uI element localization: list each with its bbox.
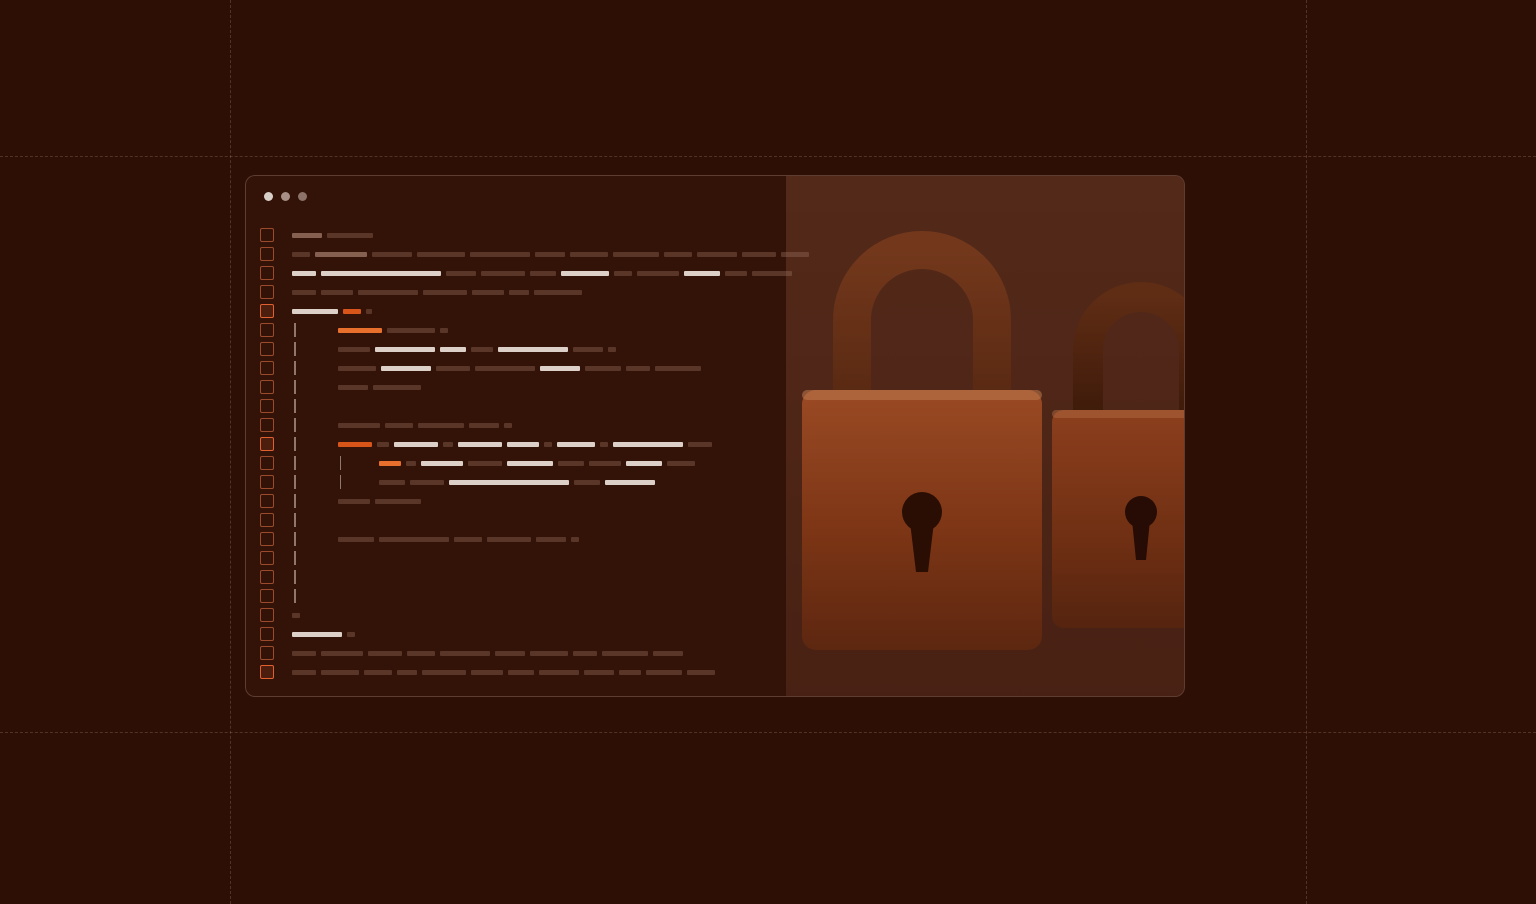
minimize-dot[interactable] [281, 192, 290, 201]
gutter-marker [260, 475, 274, 489]
guide-v-left [230, 0, 231, 904]
gutter-marker-active [260, 665, 274, 679]
guide-v-right [1306, 0, 1307, 904]
gutter-marker [260, 228, 274, 242]
gutter-marker [260, 494, 274, 508]
code-area [292, 228, 1184, 684]
code-line [292, 608, 1184, 622]
code-line [292, 361, 1184, 375]
code-line [292, 589, 1184, 603]
gutter-marker [260, 589, 274, 603]
code-line [292, 399, 1184, 413]
code-line [292, 646, 1184, 660]
gutter-marker [260, 646, 274, 660]
code-line [292, 266, 1184, 280]
code-line [292, 570, 1184, 584]
gutter-marker [260, 285, 274, 299]
gutter-marker [260, 323, 274, 337]
code-line [292, 513, 1184, 527]
gutter-marker [260, 342, 274, 356]
code-line [292, 437, 1184, 451]
gutter [260, 228, 274, 679]
code-line [292, 304, 1184, 318]
gutter-marker [260, 608, 274, 622]
code-line [292, 247, 1184, 261]
code-line [292, 342, 1184, 356]
gutter-marker [260, 380, 274, 394]
code-line [292, 285, 1184, 299]
gutter-marker [260, 399, 274, 413]
gutter-marker [260, 456, 274, 470]
gutter-marker [260, 418, 274, 432]
gutter-marker [260, 532, 274, 546]
code-line [292, 456, 1184, 470]
gutter-marker [260, 266, 274, 280]
gutter-marker-active [260, 304, 274, 318]
gutter-marker [260, 361, 274, 375]
close-dot[interactable] [264, 192, 273, 201]
code-line [292, 665, 1184, 679]
editor-window [245, 175, 1185, 697]
code-line [292, 551, 1184, 565]
code-line [292, 494, 1184, 508]
code-line [292, 475, 1184, 489]
gutter-marker [260, 570, 274, 584]
code-line [292, 627, 1184, 641]
gutter-marker [260, 247, 274, 261]
gutter-marker-active [260, 437, 274, 451]
gutter-marker [260, 627, 274, 641]
gutter-marker [260, 551, 274, 565]
code-line [292, 418, 1184, 432]
gutter-marker [260, 513, 274, 527]
code-line [292, 380, 1184, 394]
zoom-dot[interactable] [298, 192, 307, 201]
code-line [292, 323, 1184, 337]
window-controls [264, 192, 307, 201]
code-line [292, 228, 1184, 242]
code-line [292, 532, 1184, 546]
